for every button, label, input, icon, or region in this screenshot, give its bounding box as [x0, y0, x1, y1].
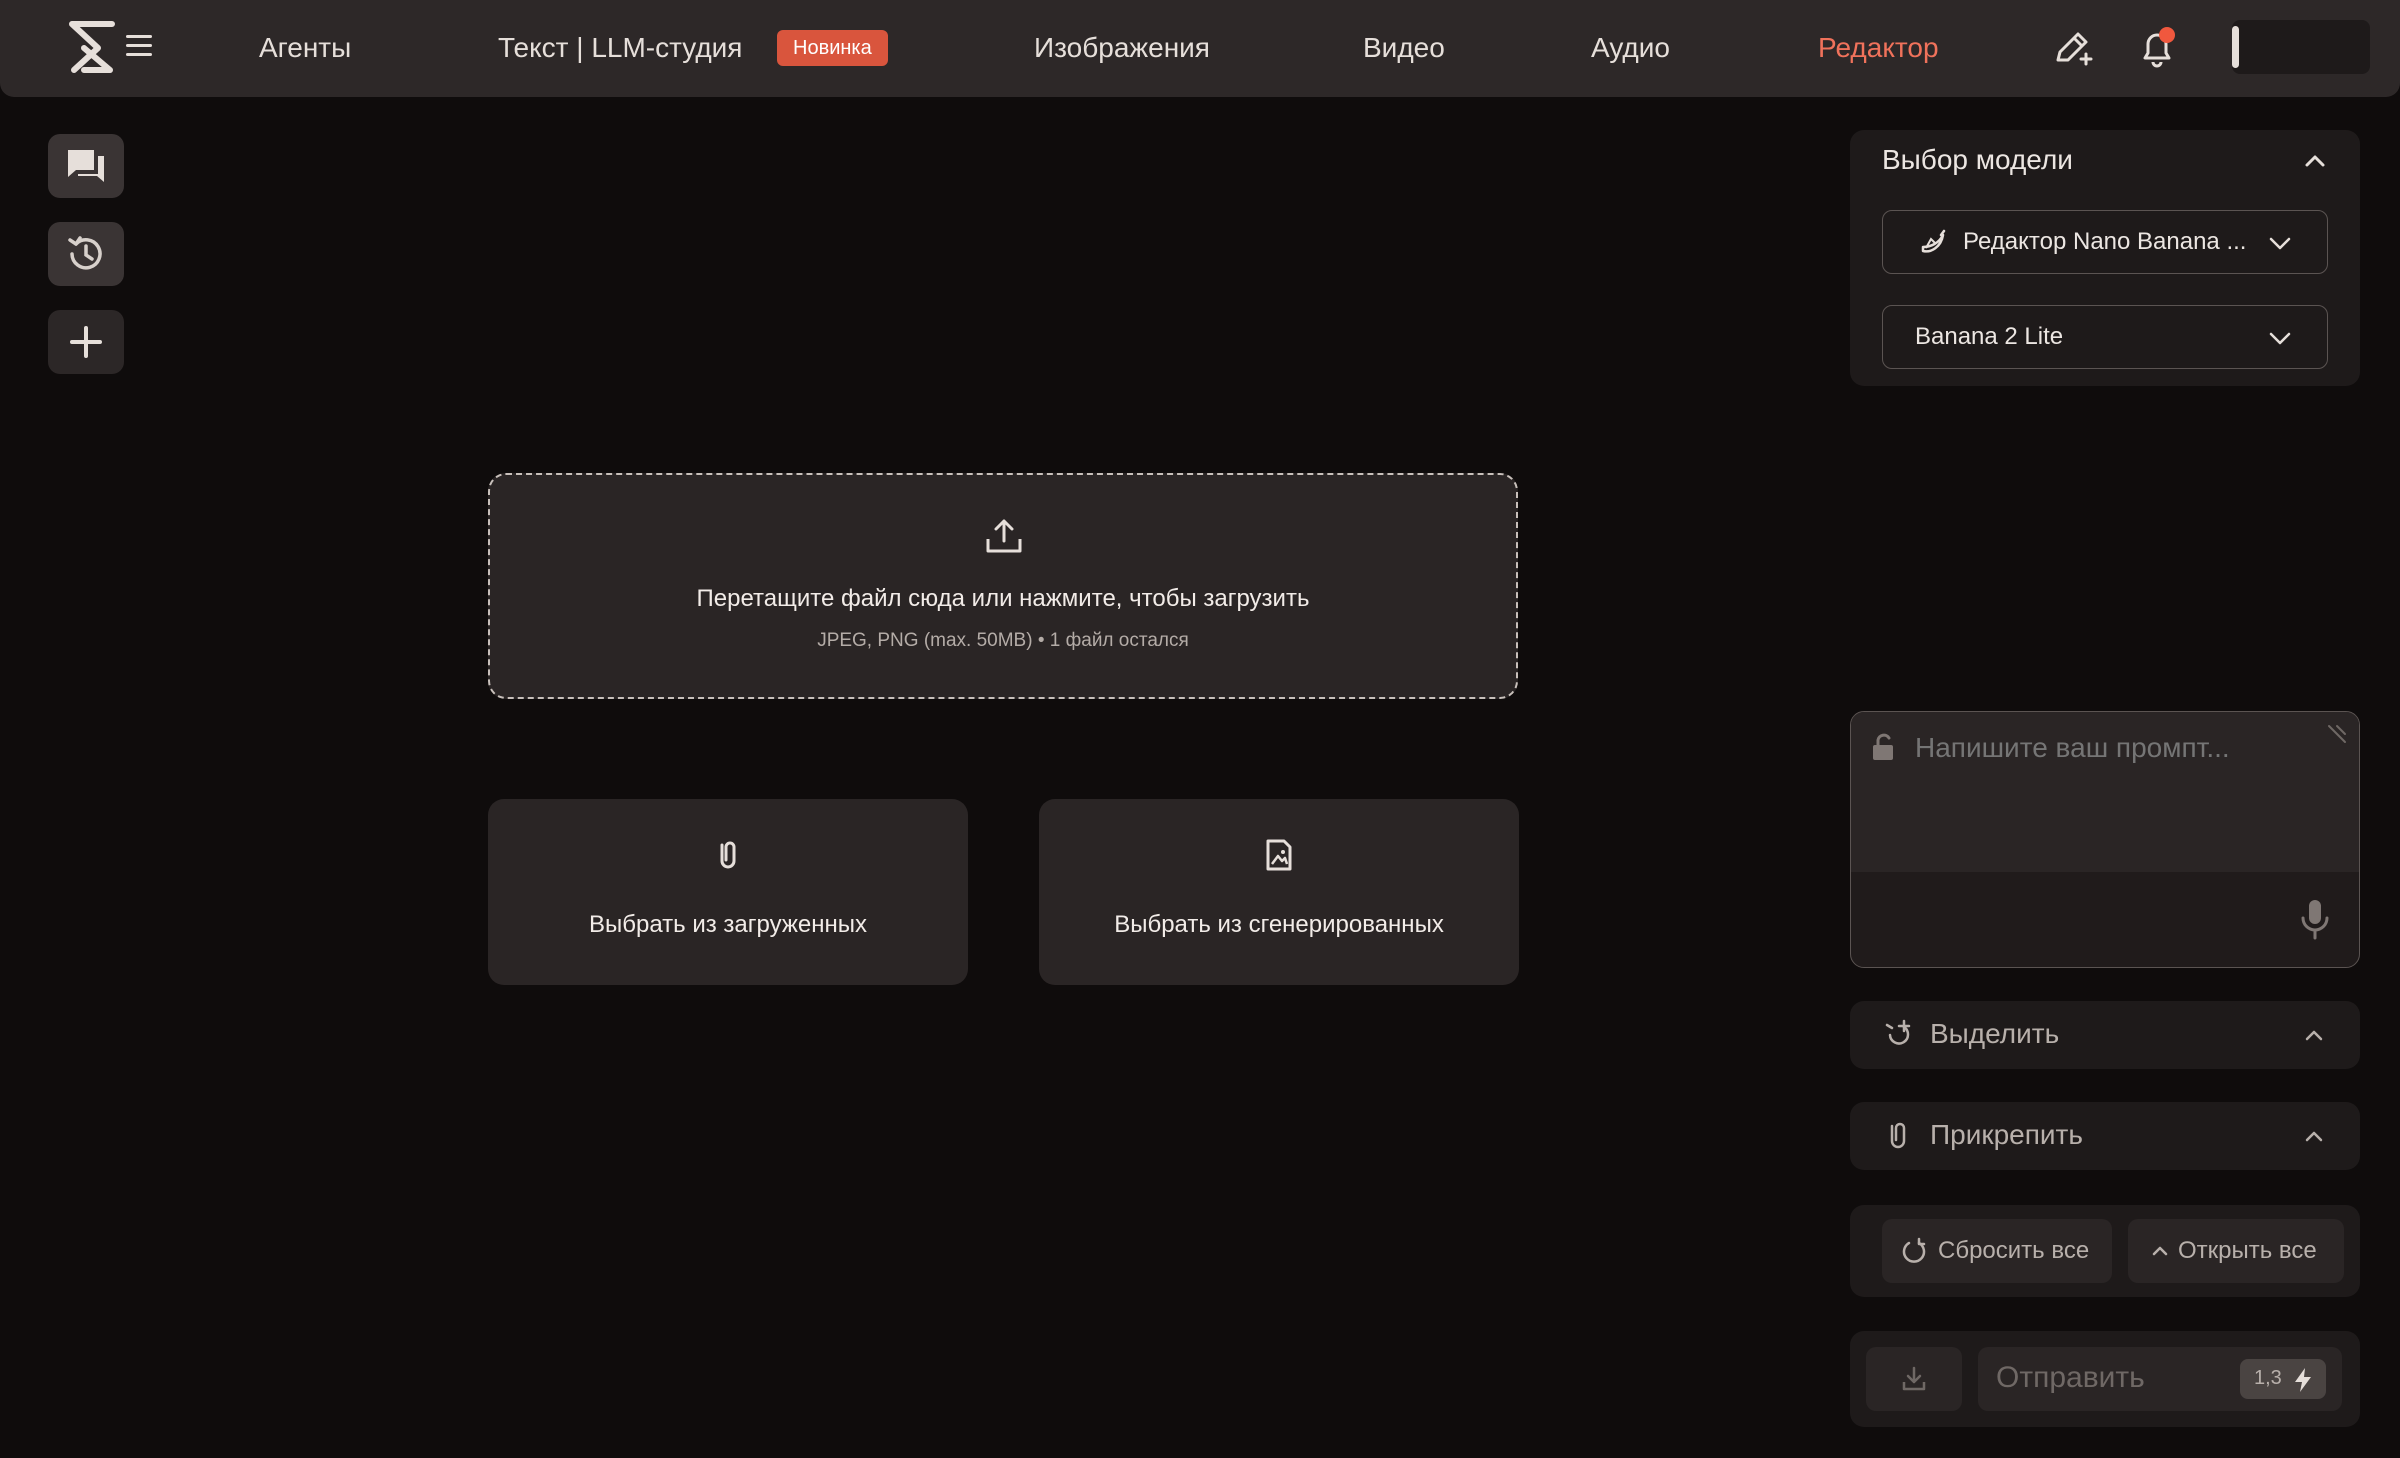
version-select-value: Banana 2 Lite — [1915, 323, 2064, 350]
model-panel-title: Выбор модели — [1882, 144, 2073, 175]
nav-item-editor[interactable]: Редактор — [1818, 30, 1939, 66]
model-select[interactable]: Редактор Nano Banana ... — [1882, 210, 2328, 274]
send-bar: Отправить 1,3 — [1850, 1331, 2360, 1427]
upload-dropzone[interactable]: Перетащите файл сюда или нажмите, чтобы … — [488, 473, 1518, 699]
highlight-label: Выделить — [1930, 1018, 2060, 1049]
lightning-icon — [2295, 1368, 2311, 1392]
chevron-down-icon — [2269, 237, 2291, 250]
chevron-up-icon[interactable] — [2304, 154, 2326, 168]
attach-section[interactable]: Прикрепить — [1850, 1102, 2360, 1170]
plus-icon — [70, 326, 102, 358]
image-file-icon — [1266, 839, 1292, 871]
attach-label: Прикрепить — [1930, 1119, 2083, 1150]
paperclip-icon — [1890, 1122, 1906, 1149]
nav-item-text-llm[interactable]: Текст | LLM-студия — [498, 30, 742, 66]
download-icon — [1902, 1366, 1926, 1391]
download-button[interactable] — [1866, 1347, 1962, 1411]
send-label: Отправить — [1996, 1361, 2145, 1394]
nav-item-audio[interactable]: Аудио — [1591, 30, 1670, 66]
notification-dot — [2159, 27, 2175, 43]
send-button[interactable]: Отправить 1,3 — [1978, 1347, 2342, 1411]
nav-item-images[interactable]: Изображения — [1034, 30, 1210, 66]
reset-all-label: Сбросить все — [1938, 1237, 2090, 1264]
panel-actions: Сбросить все Открыть все — [1850, 1205, 2360, 1297]
resize-handle-icon[interactable] — [2325, 724, 2347, 746]
pick-uploaded-label: Выбрать из загруженных — [588, 911, 868, 938]
logo-icon[interactable] — [58, 14, 124, 80]
sidebar-new-button[interactable] — [48, 310, 124, 374]
model-selection-panel: Выбор модели Редактор Nano Banana ... Ba… — [1850, 130, 2360, 386]
version-select[interactable]: Banana 2 Lite — [1882, 305, 2328, 369]
history-icon — [68, 236, 102, 270]
pick-generated-label: Выбрать из сгенерированных — [1114, 911, 1444, 938]
chat-icon — [68, 150, 104, 182]
unlock-icon[interactable] — [1869, 732, 1897, 762]
menu-icon[interactable] — [126, 35, 152, 59]
nav-item-video[interactable]: Видео — [1363, 30, 1445, 66]
upload-icon — [986, 519, 1022, 553]
chevron-up-icon — [2305, 1131, 2323, 1142]
pick-generated-button[interactable]: Выбрать из сгенерированных — [1039, 799, 1519, 985]
chevron-down-icon — [2269, 332, 2291, 345]
nav-item-agents[interactable]: Агенты — [259, 30, 351, 66]
edit-sparkle-icon[interactable] — [2050, 26, 2094, 70]
chevron-up-icon — [2305, 1030, 2323, 1041]
banana-icon — [1921, 229, 1946, 253]
upload-subtitle: JPEG, PNG (max. 50MB) • 1 файл остался — [817, 630, 1189, 651]
reset-icon — [1902, 1237, 1926, 1263]
prompt-box — [1850, 711, 2360, 968]
cost-badge: 1,3 — [2240, 1359, 2326, 1399]
reset-all-button[interactable]: Сбросить все — [1882, 1219, 2112, 1283]
highlight-tool-icon — [1885, 1019, 1911, 1045]
upload-title: Перетащите файл сюда или нажмите, чтобы … — [696, 585, 1310, 612]
top-navigation: Агенты Текст | LLM-студия Новинка Изобра… — [0, 0, 2400, 97]
prompt-input[interactable] — [1915, 732, 2295, 764]
chevron-up-icon — [2152, 1246, 2168, 1256]
paperclip-icon — [720, 841, 736, 869]
model-select-value: Редактор Nano Banana ... — [1963, 228, 2247, 255]
profile-button[interactable] — [2232, 20, 2370, 74]
highlight-section[interactable]: Выделить — [1850, 1001, 2360, 1069]
cost-value: 1,3 — [2254, 1367, 2282, 1389]
open-all-button[interactable]: Открыть все — [2128, 1219, 2344, 1283]
microphone-icon[interactable] — [2299, 898, 2331, 940]
new-badge: Новинка — [777, 30, 888, 66]
sidebar-history-button[interactable] — [48, 222, 124, 286]
sidebar-chats-button[interactable] — [48, 134, 124, 198]
open-all-label: Открыть все — [2178, 1237, 2317, 1264]
pick-uploaded-button[interactable]: Выбрать из загруженных — [488, 799, 968, 985]
